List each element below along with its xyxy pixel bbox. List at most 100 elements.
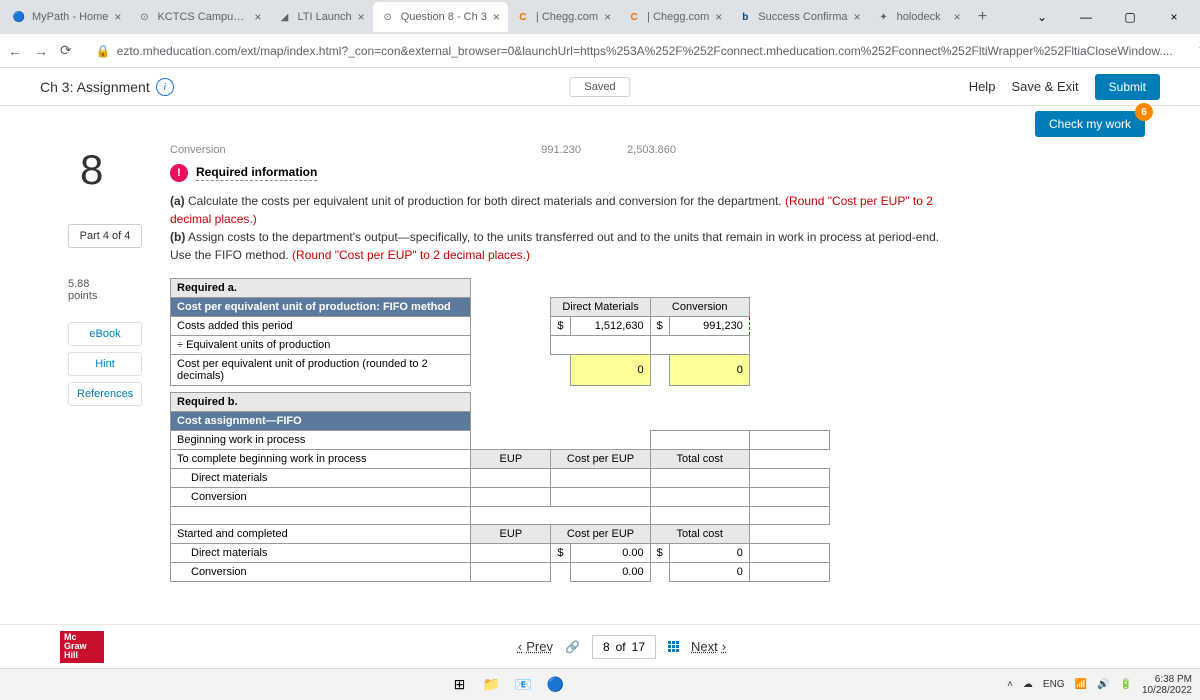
- address-bar: ← → ⟳ 🔒 ezto.mheducation.com/ext/map/ind…: [0, 34, 1200, 68]
- sc-conv-label: Conversion: [171, 563, 471, 582]
- outlook-icon[interactable]: 📧: [512, 673, 536, 697]
- maximize-button[interactable]: ▢: [1108, 2, 1152, 32]
- costs-dm-input[interactable]: 1,512,630: [570, 317, 650, 336]
- explorer-icon[interactable]: 📁: [480, 673, 504, 697]
- tab-holodeck[interactable]: ✦holodeck×: [869, 2, 969, 32]
- tab-chegg1[interactable]: C| Chegg.com×: [508, 2, 619, 32]
- page-indicator: 8of17: [592, 635, 656, 659]
- question-pager: ‹Prev 🔗 8of17 Next›: [518, 635, 726, 659]
- eup-input[interactable]: [471, 563, 551, 582]
- help-link[interactable]: Help: [969, 79, 996, 94]
- eup-input[interactable]: [471, 544, 551, 563]
- question-number: 8: [80, 146, 152, 194]
- battery-icon[interactable]: 🔋: [1119, 679, 1131, 690]
- main-content: 8 Part 4 of 4 5.88 points eBook Hint Ref…: [0, 142, 1200, 624]
- references-link[interactable]: References: [68, 382, 142, 406]
- minimize-button[interactable]: —: [1064, 2, 1108, 32]
- total-input[interactable]: [650, 488, 749, 507]
- prior-data-row: Conversion 991.230 2,503.860: [170, 142, 1150, 158]
- next-button[interactable]: Next›: [691, 639, 726, 654]
- calculation-table: Required a. Cost per equivalent unit of …: [170, 278, 830, 582]
- back-button[interactable]: ←: [8, 39, 22, 63]
- ebook-link[interactable]: eBook: [68, 322, 142, 346]
- assignment-title: Ch 3: Assignment i: [40, 78, 174, 96]
- close-icon[interactable]: ×: [854, 10, 861, 24]
- question-content: Conversion 991.230 2,503.860 ! Required …: [152, 142, 1200, 624]
- assignment-header: Ch 3: Assignment i Saved Help Save & Exi…: [0, 68, 1200, 106]
- required-info-banner[interactable]: ! Required information: [170, 164, 1150, 182]
- dm-row-label: Direct materials: [171, 469, 471, 488]
- submit-button[interactable]: Submit: [1095, 74, 1160, 100]
- clock[interactable]: 6:38 PM10/28/2022: [1142, 674, 1192, 696]
- tab-icon: b: [738, 10, 752, 24]
- close-icon[interactable]: ×: [254, 10, 261, 24]
- start-button[interactable]: ⊞: [448, 673, 472, 697]
- cpe-input[interactable]: [551, 469, 650, 488]
- beg-wip-input[interactable]: [650, 431, 749, 450]
- close-icon[interactable]: ×: [604, 10, 611, 24]
- tab-icon: ⊙: [381, 10, 395, 24]
- check-my-work-button[interactable]: Check my work 6: [1035, 111, 1145, 137]
- reload-button[interactable]: ⟳: [60, 39, 72, 63]
- close-icon[interactable]: ×: [358, 10, 365, 24]
- beg-wip-label: Beginning work in process: [171, 431, 471, 450]
- eup-input[interactable]: [471, 488, 551, 507]
- tab-icon: ◢: [277, 10, 291, 24]
- instructions-text: (a) Calculate the costs per equivalent u…: [170, 192, 950, 264]
- grid-view-icon[interactable]: [668, 641, 679, 652]
- sc-conv-cpe: 0.00: [570, 563, 650, 582]
- sc-conv-total: 0: [669, 563, 749, 582]
- hint-link[interactable]: Hint: [68, 352, 142, 376]
- browser-tab-strip: 🔵MyPath - Home× ⊙KCTCS Campus So× ◢LTI L…: [0, 0, 1200, 34]
- close-icon[interactable]: ×: [715, 10, 722, 24]
- tab-question-active[interactable]: ⊙Question 8 - Ch 3×: [373, 2, 508, 32]
- saved-indicator: Saved: [569, 77, 630, 97]
- volume-icon[interactable]: 🔊: [1097, 679, 1109, 690]
- tab-lti[interactable]: ◢LTI Launch×: [269, 2, 372, 32]
- close-icon[interactable]: ×: [493, 10, 500, 24]
- link-icon[interactable]: 🔗: [565, 640, 580, 654]
- tab-chegg2[interactable]: C| Chegg.com×: [619, 2, 730, 32]
- forward-button[interactable]: →: [34, 39, 48, 63]
- windows-taskbar: ⊞ 📁 📧 🔵 ˄ ☁ ENG 📶 🔊 🔋 6:38 PM10/28/2022: [0, 668, 1200, 700]
- tab-icon: ✦: [877, 10, 891, 24]
- equiv-conv-input[interactable]: [650, 336, 749, 355]
- tab-icon: C: [627, 10, 641, 24]
- conv-row-label: Conversion: [171, 488, 471, 507]
- chevron-up-icon[interactable]: ˄: [1007, 679, 1013, 690]
- page-footer: McGrawHill ‹Prev 🔗 8of17 Next›: [0, 624, 1200, 668]
- equiv-dm-input[interactable]: [551, 336, 650, 355]
- cpu-label: Cost per equivalent unit of production (…: [171, 355, 471, 386]
- new-tab-button[interactable]: +: [969, 3, 997, 31]
- lock-icon: 🔒: [96, 44, 111, 58]
- language-indicator[interactable]: ENG: [1043, 679, 1065, 690]
- close-window-button[interactable]: ×: [1152, 2, 1196, 32]
- cpu-conv-output: 0: [669, 355, 749, 386]
- url-input[interactable]: 🔒 ezto.mheducation.com/ext/map/index.htm…: [84, 37, 1185, 65]
- info-icon[interactable]: i: [156, 78, 174, 96]
- tab-mypath[interactable]: 🔵MyPath - Home×: [4, 2, 129, 32]
- prev-button[interactable]: ‹Prev: [518, 639, 553, 654]
- close-icon[interactable]: ×: [954, 10, 961, 24]
- check-work-row: Check my work 6: [0, 106, 1200, 142]
- chrome-icon[interactable]: 🔵: [544, 673, 568, 697]
- section-header: Required a.: [171, 279, 471, 298]
- close-icon[interactable]: ×: [114, 10, 121, 24]
- tab-kctcs[interactable]: ⊙KCTCS Campus So×: [129, 2, 269, 32]
- cpe-input[interactable]: [551, 488, 650, 507]
- question-sidebar: 8 Part 4 of 4 5.88 points eBook Hint Ref…: [0, 142, 152, 624]
- save-exit-link[interactable]: Save & Exit: [1011, 79, 1078, 94]
- tab-success[interactable]: bSuccess Confirma×: [730, 2, 868, 32]
- costs-conv-input[interactable]: 991,230: [669, 317, 749, 336]
- sc-dm-label: Direct materials: [171, 544, 471, 563]
- chevron-down-icon[interactable]: ⌄: [1020, 2, 1064, 32]
- sc-dm-total: 0: [669, 544, 749, 563]
- onedrive-icon[interactable]: ☁: [1023, 679, 1033, 690]
- cost-assign-header: Cost assignment—FIFO: [171, 412, 471, 431]
- started-completed-label: Started and completed: [171, 525, 471, 544]
- wifi-icon[interactable]: 📶: [1075, 679, 1087, 690]
- mcgraw-hill-logo: McGrawHill: [60, 631, 104, 663]
- eup-input[interactable]: [471, 469, 551, 488]
- costs-added-label: Costs added this period: [171, 317, 471, 336]
- total-input[interactable]: [650, 469, 749, 488]
